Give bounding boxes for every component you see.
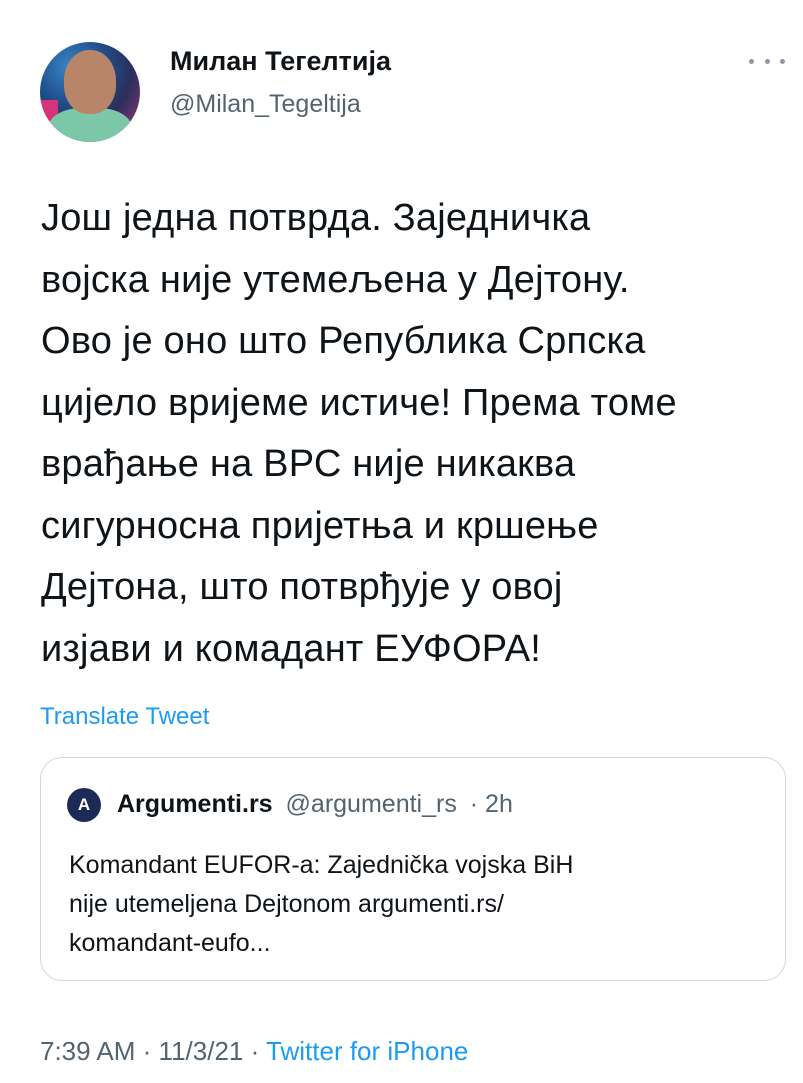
quoted-tweet-text: Komandant EUFOR-a: Zajednička vojska BiH… xyxy=(69,851,574,957)
dot xyxy=(749,58,754,64)
quoted-author-name[interactable]: Argumenti.rs xyxy=(117,790,273,818)
quoted-author-handle[interactable]: @argumenti_rs xyxy=(286,790,457,818)
tweet-time[interactable]: 7:39 AM xyxy=(40,1036,135,1066)
quoted-tweet-time: · 2h xyxy=(469,790,513,818)
dot xyxy=(764,58,770,64)
tweet-metadata: 7:39 AM · 11/3/21 · Twitter for iPhone xyxy=(40,1036,468,1067)
author-name[interactable]: Милан Тегелтија xyxy=(170,46,391,77)
quoted-author-avatar[interactable]: A xyxy=(67,788,101,822)
author-avatar[interactable] xyxy=(40,42,140,142)
quoted-tweet-header: Argumenti.rs @argumenti_rs · 2h xyxy=(117,790,513,819)
separator-dot: · xyxy=(250,1036,260,1066)
tweet-text: Још једна потврда. Заједничка војска ниј… xyxy=(41,197,677,670)
author-handle[interactable]: @Milan_Tegeltija xyxy=(170,90,361,119)
avatar-face xyxy=(64,50,116,114)
dot xyxy=(780,58,785,64)
tweet-date[interactable]: 11/3/21 xyxy=(159,1036,244,1066)
translate-tweet-link[interactable]: Translate Tweet xyxy=(40,703,209,731)
quoted-tweet-card[interactable]: A Argumenti.rs @argumenti_rs · 2h Komand… xyxy=(40,757,786,981)
tweet-source-link[interactable]: Twitter for iPhone xyxy=(266,1036,468,1066)
more-options-icon[interactable] xyxy=(749,46,785,76)
separator-dot: · xyxy=(142,1036,152,1066)
